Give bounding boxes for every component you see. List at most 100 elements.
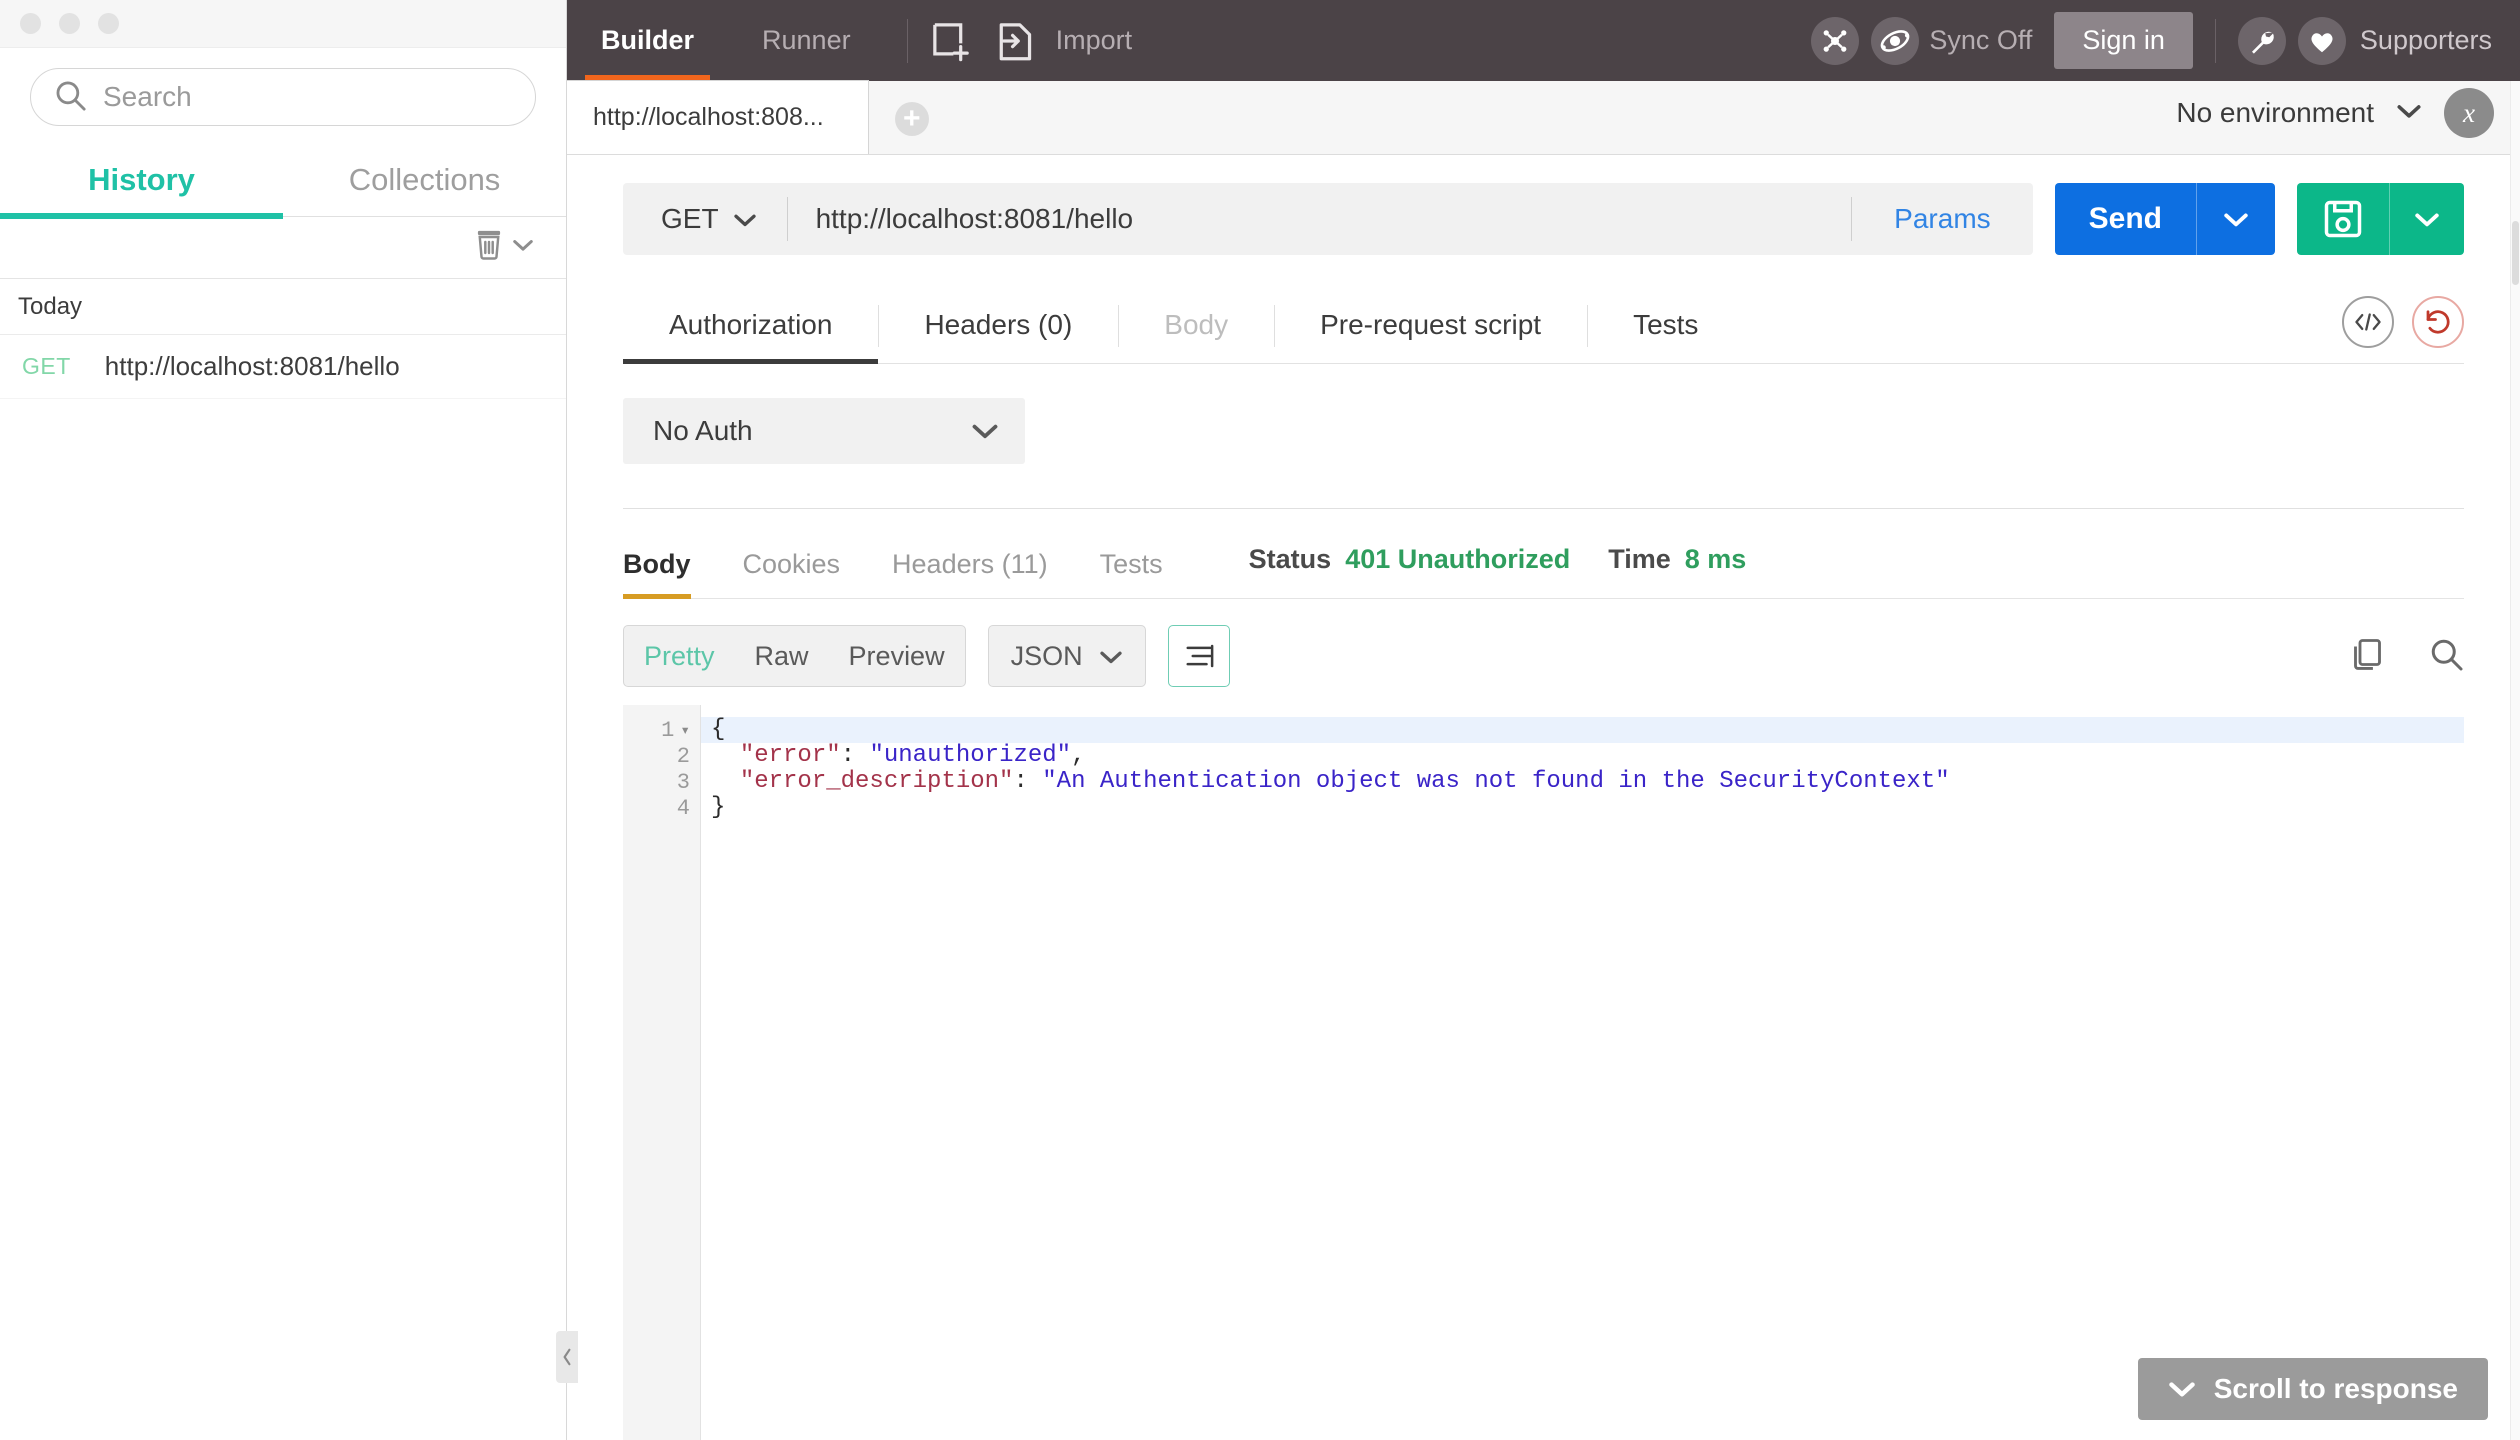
authorization-panel: No Auth	[567, 364, 2520, 509]
environment-selector[interactable]: No environment	[2176, 97, 2374, 129]
top-tab-builder[interactable]: Builder	[567, 0, 728, 81]
tab-tests[interactable]: Tests	[1587, 289, 1744, 363]
interceptor-icon[interactable]	[1811, 17, 1859, 65]
status-label: Status	[1249, 544, 1332, 575]
response-format-select[interactable]: JSON	[988, 625, 1146, 687]
request-tab-strip: http://localhost:808... + No environment…	[567, 81, 2520, 155]
sidebar-collapse-handle[interactable]	[556, 1331, 578, 1383]
trash-icon[interactable]	[474, 229, 504, 266]
tab-body[interactable]: Body	[1118, 289, 1274, 363]
plus-icon[interactable]: +	[895, 102, 929, 136]
http-method-selector[interactable]: GET	[623, 183, 787, 255]
fold-toggle-icon[interactable]: ▾	[680, 720, 690, 740]
code-token-str: "An Authentication object was not found …	[1042, 768, 1949, 795]
sidebar-tab-collections[interactable]: Collections	[283, 148, 566, 216]
sidebar-tab-collections-label: Collections	[349, 162, 501, 197]
tab-pre-request-script[interactable]: Pre-request script	[1274, 289, 1587, 363]
status-badge: 401 Unauthorized	[1345, 544, 1570, 575]
scrollbar-thumb[interactable]	[2512, 221, 2519, 285]
search-icon[interactable]	[2428, 636, 2464, 677]
url-bar: GET Params Send	[567, 155, 2520, 255]
view-mode-raw[interactable]: Raw	[735, 641, 829, 672]
history-item-method: GET	[22, 353, 71, 380]
divider	[907, 19, 908, 63]
history-group-label: Today	[0, 279, 566, 335]
environment-quick-look-glyph: x	[2463, 98, 2475, 129]
tab-headers[interactable]: Headers (0)	[878, 289, 1118, 363]
sync-icon[interactable]	[1871, 17, 1919, 65]
sidebar: History Collections Today GE	[0, 0, 567, 1440]
response-body-toolbar: Pretty Raw Preview JSON	[623, 599, 2464, 705]
top-tab-runner-label: Runner	[762, 25, 851, 56]
sidebar-tab-history[interactable]: History	[0, 148, 283, 216]
copy-icon[interactable]	[2348, 636, 2384, 677]
window-close-button[interactable]	[20, 13, 41, 34]
right-rail	[2510, 81, 2520, 1440]
divider	[2215, 19, 2216, 63]
response-tab-cookies[interactable]: Cookies	[717, 539, 867, 598]
tab-pre-request-script-label: Pre-request script	[1320, 309, 1541, 340]
chevron-down-icon[interactable]	[2396, 102, 2422, 125]
top-bar-right-cluster: Sync Off Sign in Supporters	[1811, 12, 2520, 69]
response-tab-body[interactable]: Body	[623, 539, 717, 598]
auth-type-select[interactable]: No Auth	[623, 398, 1025, 464]
chevron-down-icon	[971, 415, 999, 447]
sign-in-button[interactable]: Sign in	[2054, 12, 2193, 69]
response-tab-headers-label: Headers (11)	[892, 549, 1048, 579]
gutter-line-number: 1▾	[623, 717, 700, 743]
history-toolbar	[0, 217, 566, 279]
view-mode-pretty[interactable]: Pretty	[624, 641, 735, 672]
scroll-to-response-button[interactable]: Scroll to response	[2138, 1358, 2488, 1420]
send-button[interactable]: Send	[2055, 183, 2275, 255]
code-line: "error": "unauthorized",	[701, 743, 2464, 769]
chevron-down-icon[interactable]	[2390, 211, 2464, 228]
code-token-punc: ,	[1071, 742, 1085, 769]
response-tab-cookies-label: Cookies	[743, 549, 841, 579]
history-item-url: http://localhost:8081/hello	[105, 351, 400, 382]
top-navigation-bar: Builder Runner Import	[567, 0, 2520, 81]
chevron-down-icon	[733, 203, 757, 235]
send-button-label: Send	[2055, 202, 2196, 236]
reset-icon[interactable]	[2412, 296, 2464, 348]
heart-icon[interactable]	[2298, 17, 2346, 65]
tab-headers-label: Headers (0)	[924, 309, 1072, 340]
sidebar-tabs: History Collections	[0, 148, 566, 217]
import-label[interactable]: Import	[1056, 25, 1133, 56]
code-line: }	[701, 795, 2464, 821]
wrap-lines-icon[interactable]	[1168, 625, 1230, 687]
chevron-down-icon[interactable]	[2197, 211, 2275, 228]
window-maximize-button[interactable]	[98, 13, 119, 34]
response-tab-headers[interactable]: Headers (11)	[866, 539, 1074, 598]
view-mode-preview[interactable]: Preview	[829, 641, 965, 672]
request-tab[interactable]: http://localhost:808...	[567, 80, 869, 154]
tab-authorization-label: Authorization	[669, 309, 832, 340]
request-tab-label: http://localhost:808...	[593, 103, 824, 132]
window-minimize-button[interactable]	[59, 13, 80, 34]
supporters-label[interactable]: Supporters	[2360, 25, 2492, 56]
request-tabs-actions	[2342, 289, 2464, 363]
response-tab-tests[interactable]: Tests	[1074, 539, 1189, 598]
response-section-tabs: Body Cookies Headers (11) Tests Status 4…	[623, 509, 2464, 599]
history-item[interactable]: GET http://localhost:8081/hello	[0, 335, 566, 399]
code-token-key: "error"	[740, 742, 841, 769]
search-input[interactable]	[103, 81, 513, 113]
editor-gutter: 1▾234	[623, 705, 701, 1440]
tab-authorization[interactable]: Authorization	[623, 289, 878, 363]
editor-content[interactable]: { "error": "unauthorized", "error_descri…	[701, 705, 2464, 1440]
new-tab-icon[interactable]	[930, 20, 972, 62]
save-button[interactable]	[2297, 183, 2464, 255]
top-tab-runner[interactable]: Runner	[728, 0, 885, 81]
url-input[interactable]	[788, 203, 1852, 235]
chevron-down-icon	[1099, 641, 1123, 672]
response-tab-body-label: Body	[623, 549, 691, 579]
code-token-key: "error_description"	[740, 768, 1014, 795]
chevron-down-icon[interactable]	[512, 237, 534, 258]
search-icon	[53, 78, 87, 117]
search-box[interactable]	[30, 68, 536, 126]
environment-quick-look-icon[interactable]: x	[2444, 88, 2494, 138]
code-icon[interactable]	[2342, 296, 2394, 348]
params-button[interactable]: Params	[1852, 203, 2032, 235]
import-icon[interactable]	[994, 20, 1036, 62]
time-label: Time	[1608, 544, 1671, 575]
wrench-icon[interactable]	[2238, 17, 2286, 65]
